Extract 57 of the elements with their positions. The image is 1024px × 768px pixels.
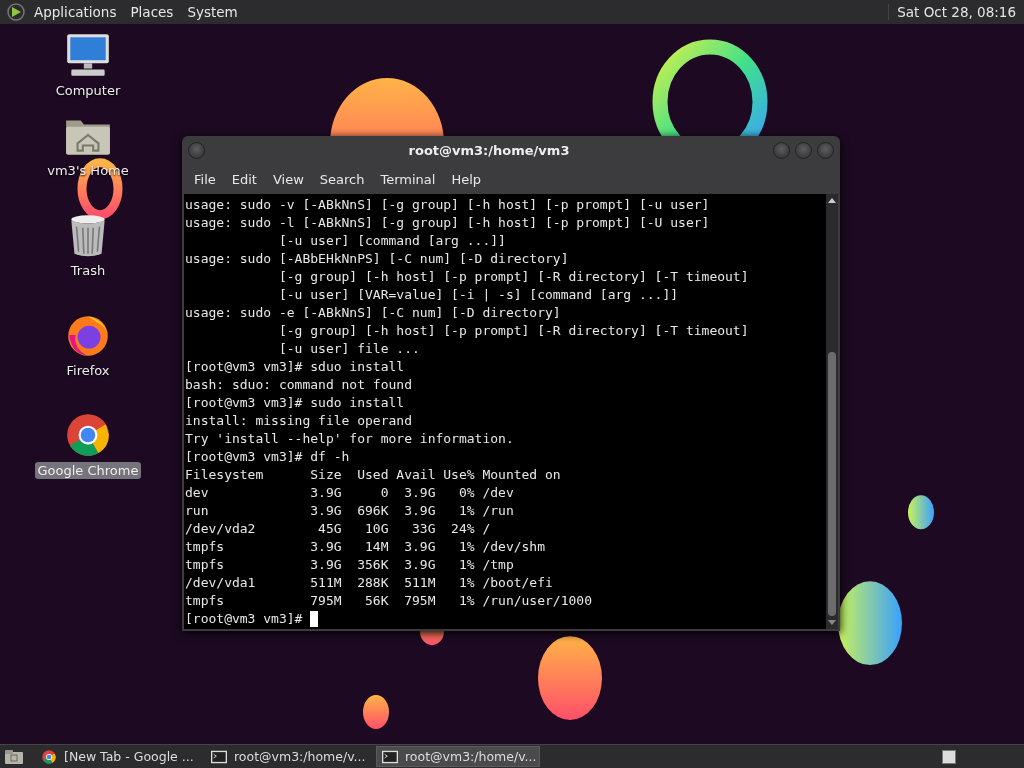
terminal-line: tmpfs 795M 56K 795M 1% /run/user/1000 — [185, 592, 593, 610]
terminal-line: [-u user] [command [arg ...]] — [277, 232, 507, 250]
maximize-button[interactable] — [795, 141, 812, 159]
terminal-line: [-u user] file ... — [277, 340, 421, 358]
clock[interactable]: Sat Oct 28, 08:16 — [888, 4, 1024, 20]
distro-logo-icon — [6, 2, 26, 22]
desktop-icon-label[interactable]: Firefox — [63, 362, 113, 379]
terminal-line: tmpfs 3.9G 356K 3.9G 1% /tmp — [185, 556, 515, 574]
menu-item[interactable]: Search — [311, 171, 373, 187]
terminal-line: usage: sudo -l [-ABkNnS] [-g group] [-h host] [-p prompt] [-U user] — [185, 214, 711, 232]
desktop-icon-label[interactable]: Google Chrome — [34, 462, 142, 479]
terminal-line: run 3.9G 696K 3.9G 1% /run — [185, 502, 515, 520]
terminal-line: dev 3.9G 0 3.9G 0% /dev — [185, 484, 515, 502]
terminal-line: [-u user] [VAR=value] [-i | -s] [command [arg ...]] — [277, 286, 680, 304]
terminal-line: [-g group] [-h host] [-p prompt] [-R directory] [-T timeout] — [277, 322, 750, 340]
chrome-icon — [40, 748, 58, 765]
terminal-line: [root@vm3 vm3]# sduo install — [185, 358, 406, 376]
terminal-line: Try 'install --help' for more information. — [185, 430, 515, 448]
desktop-icon-label[interactable]: Trash — [67, 262, 109, 279]
terminal-line: [-g group] [-h host] [-p prompt] [-R directory] [-T timeout] — [277, 268, 750, 286]
terminal-line: install: missing file operand — [185, 412, 413, 430]
scroll-up-icon[interactable] — [828, 198, 836, 203]
show-desktop-icon[interactable] — [4, 748, 24, 765]
taskbar-button[interactable]: root@vm3:/home/v... — [206, 746, 370, 767]
menu-item[interactable]: Edit — [223, 171, 265, 187]
menu-item[interactable]: View — [264, 171, 312, 187]
window-menu-button[interactable] — [188, 141, 205, 159]
menu-item[interactable]: File — [186, 171, 224, 187]
menu-item[interactable]: Help — [443, 171, 490, 187]
terminal-line: Filesystem Size Used Avail Use% Mounted on — [185, 466, 562, 484]
terminal-line: /dev/vda2 45G 10G 33G 24% / — [185, 520, 492, 538]
text-cursor — [310, 611, 319, 627]
terminal-prompt: [root@vm3 vm3]# — [185, 610, 304, 628]
taskbar-button[interactable]: [New Tab - Google ... — [36, 746, 200, 767]
taskbar-button[interactable]: root@vm3:/home/v... — [376, 746, 540, 767]
menu-item[interactable]: Terminal — [372, 171, 444, 187]
scroll-down-icon[interactable] — [828, 620, 836, 625]
panel-menu[interactable]: Places — [130, 4, 174, 20]
panel-menu[interactable]: Applications — [34, 4, 117, 20]
terminal-line: usage: sudo [-ABbEHkNnPS] [-C num] [-D directory] — [185, 250, 570, 268]
window-title: root@vm3:/home/vm3 — [407, 142, 571, 158]
terminal-line: /dev/vda1 511M 288K 511M 1% /boot/efi — [185, 574, 554, 592]
panel-menu[interactable]: System — [187, 4, 238, 20]
terminal-line: [root@vm3 vm3]# df -h — [185, 448, 351, 466]
terminal-line: [root@vm3 vm3]# sudo install — [185, 394, 406, 412]
terminal-line: bash: sduo: command not found — [185, 376, 413, 394]
scrollbar[interactable] — [826, 194, 838, 629]
terminal-icon — [210, 748, 228, 765]
minimize-button[interactable] — [773, 141, 790, 159]
terminal-icon — [381, 748, 399, 765]
close-button[interactable] — [817, 141, 834, 159]
workspace-switcher[interactable] — [942, 749, 956, 764]
terminal-line: usage: sudo -e [-ABkNnS] [-C num] [-D directory] — [185, 304, 562, 322]
desktop-icon-label[interactable]: Computer — [52, 82, 124, 99]
terminal-line: usage: sudo -v [-ABkNnS] [-g group] [-h host] [-p prompt] [-u user] — [185, 196, 711, 214]
terminal-line: tmpfs 3.9G 14M 3.9G 1% /dev/shm — [185, 538, 547, 556]
scrollbar-thumb[interactable] — [828, 352, 836, 616]
